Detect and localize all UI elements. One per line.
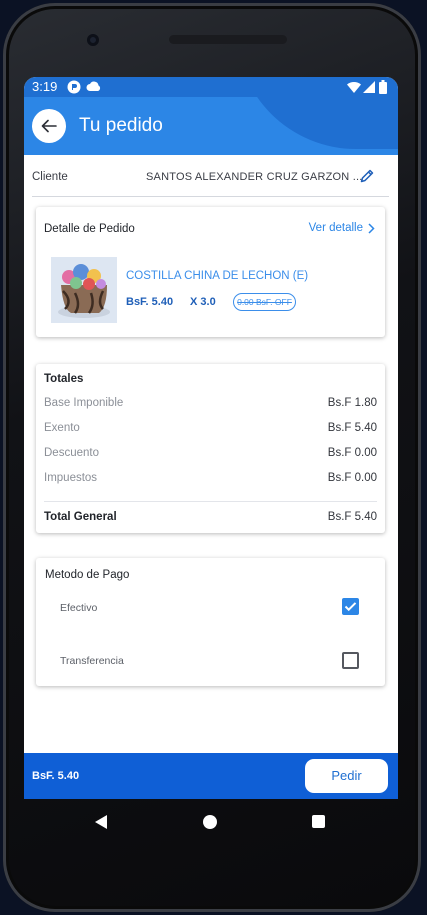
front-camera	[87, 34, 99, 46]
page-title: Tu pedido	[79, 115, 163, 136]
view-detail-link[interactable]: Ver detalle	[309, 222, 375, 234]
app-bar: Tu pedido	[24, 97, 398, 155]
arrow-left-icon	[41, 119, 57, 133]
totals-row: Impuestos Bs.F 0.00	[44, 472, 377, 488]
totals-card: Totales Base Imponible Bs.F 1.80 Exento …	[36, 364, 385, 533]
status-time: 3:19	[32, 79, 58, 94]
payment-option-label: Efectivo	[60, 602, 98, 614]
discount-badge: 0.00 BsF. OFF	[233, 293, 296, 311]
order-detail-card: Detalle de Pedido Ver detalle COSTILLA C…	[36, 207, 385, 337]
payment-option-label: Transferencia	[60, 655, 124, 667]
total-general-label: Total General	[44, 511, 117, 523]
bottom-total: BsF. 5.40	[32, 770, 80, 782]
totals-row-label: Base Imponible	[44, 397, 124, 409]
totals-row: Exento Bs.F 5.40	[44, 422, 377, 438]
totals-row-value: Bs.F 5.40	[327, 422, 377, 434]
product-quantity: X 3.0	[190, 296, 216, 308]
earpiece-speaker	[169, 35, 287, 44]
totals-row-value: Bs.F 0.00	[327, 447, 377, 459]
totals-divider	[44, 501, 377, 502]
system-nav-bar	[24, 799, 398, 845]
totals-row: Base Imponible Bs.F 1.80	[44, 397, 377, 413]
pencil-icon[interactable]	[359, 168, 375, 184]
client-row: Cliente SANTOS ALEXANDER CRUZ GARZON ...	[32, 165, 389, 197]
order-button[interactable]: Pedir	[305, 759, 388, 793]
bottom-bar: BsF. 5.40 Pedir	[24, 753, 398, 799]
product-name: COSTILLA CHINA DE LECHON (E)	[126, 270, 309, 282]
payment-method-card: Metodo de Pago Efectivo Transferencia	[36, 558, 385, 686]
wifi-icon	[347, 81, 361, 93]
totals-row-label: Exento	[44, 422, 80, 434]
nav-back-icon[interactable]	[94, 814, 108, 830]
cloud-icon	[86, 81, 101, 91]
battery-icon	[379, 80, 387, 94]
totals-row: Descuento Bs.F 0.00	[44, 447, 377, 463]
nav-recents-icon[interactable]	[312, 815, 325, 828]
order-detail-heading: Detalle de Pedido	[44, 223, 135, 235]
back-button[interactable]	[32, 109, 66, 143]
totals-row-label: Descuento	[44, 447, 99, 459]
totals-heading: Totales	[44, 373, 84, 385]
client-name: SANTOS ALEXANDER CRUZ GARZON ...	[146, 171, 363, 183]
nav-home-icon[interactable]	[203, 815, 217, 829]
totals-row-value: Bs.F 0.00	[327, 472, 377, 484]
product-image	[51, 257, 117, 323]
chevron-right-icon	[368, 222, 375, 234]
totals-row-value: Bs.F 1.80	[327, 397, 377, 409]
transfer-checkbox[interactable]	[342, 652, 359, 669]
total-general-value: Bs.F 5.40	[327, 511, 377, 523]
payment-heading: Metodo de Pago	[45, 569, 130, 581]
totals-row-label: Impuestos	[44, 472, 98, 484]
signal-icon	[363, 81, 375, 93]
product-price: BsF. 5.40	[126, 296, 174, 308]
header-decoration	[236, 97, 398, 149]
view-detail-label: Ver detalle	[308, 222, 363, 234]
checkmark-icon	[344, 602, 357, 612]
status-bar: 3:19	[24, 77, 398, 97]
app-screen: 3:19 Tu pedido Cliente SANTOS ALEXANDER …	[24, 77, 398, 799]
client-label: Cliente	[32, 171, 68, 183]
app-notification-icon	[67, 80, 81, 94]
cash-checkbox[interactable]	[342, 598, 359, 615]
